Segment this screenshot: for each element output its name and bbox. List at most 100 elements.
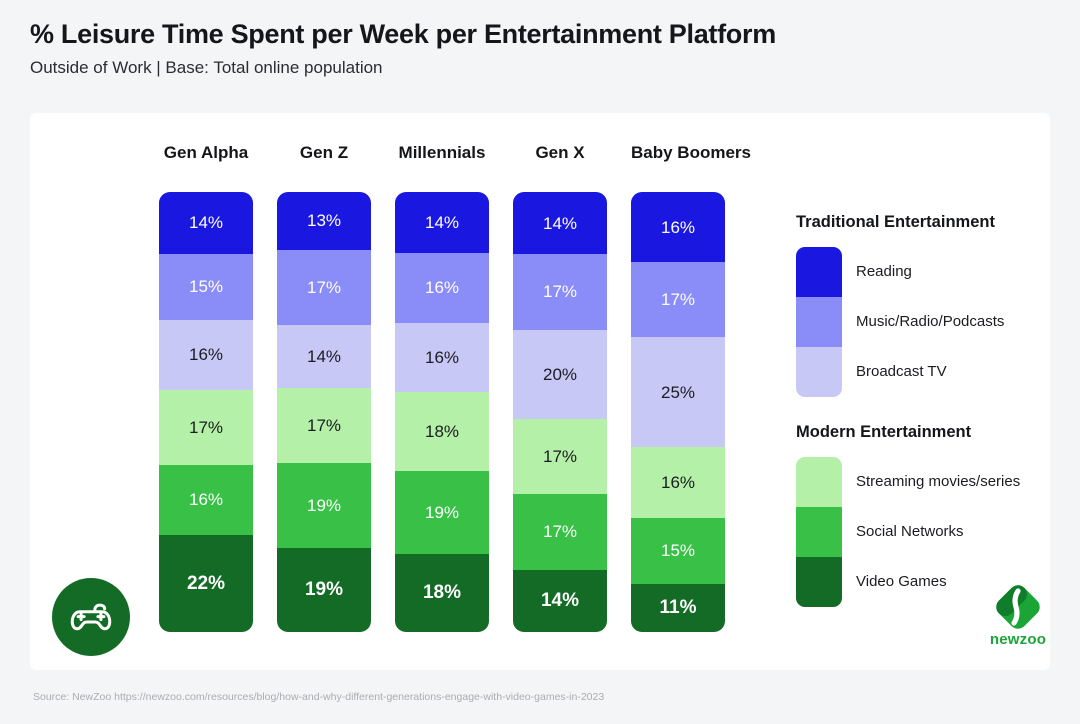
bar-segment[interactable]: 19% [277,463,371,548]
bar-segment-value: 11% [659,597,697,619]
bar-segment[interactable]: 19% [277,547,371,632]
newzoo-logo: newzoo [972,581,1064,657]
bar-segment-value: 14% [188,213,224,233]
bar-segment[interactable]: 14% [395,192,489,253]
legend-group: Modern Entertainment Streaming movies/ser… [766,423,1050,607]
bar-group: Gen Alpha 14% 15% 16% 17% 16% 22% [159,141,253,632]
source-note: Source: NewZoo https://newzoo.com/resour… [33,691,605,703]
bar-segment[interactable]: 16% [631,192,725,263]
bar-segment-value: 17% [542,446,578,466]
bar-segment[interactable]: 19% [395,470,489,554]
bar-segment[interactable]: 17% [159,389,253,465]
bar-segment[interactable]: 17% [513,418,607,495]
bar-segment[interactable]: 14% [513,192,607,255]
bar-segment-value: 17% [660,290,696,310]
bar-segment[interactable]: 15% [631,517,725,584]
bar-segment-value: 16% [188,345,224,365]
legend-item-label[interactable]: Social Networks [856,507,1050,557]
bar-segment-value: 15% [188,277,224,297]
bar-segment-value: 18% [422,582,462,604]
bar-segment-value: 22% [186,573,226,595]
legend-swatch[interactable] [796,247,842,297]
bar-segment-value: 15% [660,541,696,561]
newzoo-diamond-mark-icon [992,581,1044,633]
bar-segment[interactable]: 14% [159,192,253,254]
bar-segment[interactable]: 13% [277,192,371,250]
bar-segment-value: 14% [542,213,578,233]
bar-group-label: Gen Alpha [163,143,249,162]
bar-segment[interactable]: 17% [513,494,607,570]
legend-group: Traditional Entertainment Reading Music/Ra… [766,213,1050,397]
bar-segment[interactable]: 17% [277,249,371,326]
newzoo-wordmark: newzoo [989,631,1047,648]
bar-segment[interactable]: 16% [159,464,253,536]
bar-stack[interactable]: 16% 17% 25% 16% 15% 11% [631,192,725,632]
bar-segment-value: 17% [542,522,578,542]
legend-swatch-column [796,247,842,397]
legend-swatch[interactable] [796,507,842,557]
bar-segment-value: 18% [424,422,460,442]
bar-group: Millennials 14% 16% 16% 18% 19% 18% [395,141,489,632]
legend-swatch-column [796,457,842,607]
bar-segment-value: 16% [424,348,460,368]
page-title: % Leisure Time Spent per Week per Entert… [30,19,776,49]
bar-segment[interactable]: 18% [395,392,489,471]
bar-segment-value: 13% [306,211,342,231]
bar-segment-value: 17% [542,282,578,302]
bar-group-label: Gen X [535,143,585,162]
bar-segment[interactable]: 17% [513,254,607,330]
bar-segment[interactable]: 17% [277,387,371,464]
bar-segment[interactable]: 16% [159,319,253,390]
bar-segment[interactable]: 11% [631,583,725,632]
legend-item-label[interactable]: Broadcast TV [856,347,1050,397]
bar-segment-value: 16% [188,490,224,510]
bar-segment[interactable]: 16% [395,322,489,393]
bar-stack[interactable]: 14% 15% 16% 17% 16% 22% [159,192,253,632]
chart-card: Gen Alpha 14% 15% 16% 17% 16% 22% Gen Z 13% 17% 14… [30,113,1050,670]
legend-item-label[interactable]: Reading [856,247,1050,297]
legend-item-label[interactable]: Streaming movies/series [856,457,1050,507]
bar-segment-value: 16% [660,472,696,492]
bar-segment[interactable]: 14% [277,325,371,388]
bar-segment[interactable]: 20% [513,329,607,419]
legend-swatch[interactable] [796,297,842,347]
legend-item-label[interactable]: Music/Radio/Podcasts [856,297,1050,347]
gamepad-icon [52,578,130,656]
legend-group-heading: Modern Entertainment [796,423,972,441]
bar-group-label: Millennials [398,143,486,162]
bar-segment[interactable]: 18% [395,553,489,632]
legend-swatch[interactable] [796,347,842,397]
bar-segment-value: 17% [188,417,224,437]
legend-swatch[interactable] [796,457,842,507]
bar-group-label: Baby Boomers [631,143,751,162]
bar-segment-value: 14% [306,346,342,366]
bar-segment-value: 25% [660,382,696,402]
bar-segment[interactable]: 16% [631,447,725,518]
bar-group: Gen Z 13% 17% 14% 17% 19% 19% [277,141,371,632]
bar-stack[interactable]: 14% 17% 20% 17% 17% 14% [513,192,607,632]
bar-stack[interactable]: 14% 16% 16% 18% 19% 18% [395,192,489,632]
chart-header: % Leisure Time Spent per Week per Entert… [30,18,1030,79]
bar-segment-value: 16% [424,278,460,298]
bar-segment-value: 19% [424,502,460,522]
bar-segment-value: 14% [424,212,460,232]
bar-segment[interactable]: 17% [631,262,725,338]
bar-segment-value: 17% [306,278,342,298]
bar-segment-value: 17% [306,415,342,435]
bar-segment-value: 19% [306,495,342,515]
bar-segment[interactable]: 16% [395,252,489,323]
bar-segment-value: 19% [304,579,344,601]
stacked-bar-plot-area: Gen Alpha 14% 15% 16% 17% 16% 22% Gen Z 13% 17% 14… [30,113,760,670]
legend-swatch[interactable] [796,557,842,607]
bar-segment[interactable]: 25% [631,337,725,448]
bar-segment[interactable]: 22% [159,535,253,632]
legend-group-heading: Traditional Entertainment [796,213,995,231]
bar-segment[interactable]: 15% [159,253,253,320]
bar-segment[interactable]: 14% [513,569,607,632]
bar-stack[interactable]: 13% 17% 14% 17% 19% 19% [277,192,371,632]
bar-segment-value: 16% [660,217,696,237]
legend-label-column: Reading Music/Radio/Podcasts Broadcast TV [856,247,1050,397]
bar-segment-value: 20% [542,364,578,384]
chart-subtitle: Outside of Work | Base: Total online pop… [30,58,383,78]
legend-rows: Reading Music/Radio/Podcasts Broadcast TV [766,247,1050,397]
